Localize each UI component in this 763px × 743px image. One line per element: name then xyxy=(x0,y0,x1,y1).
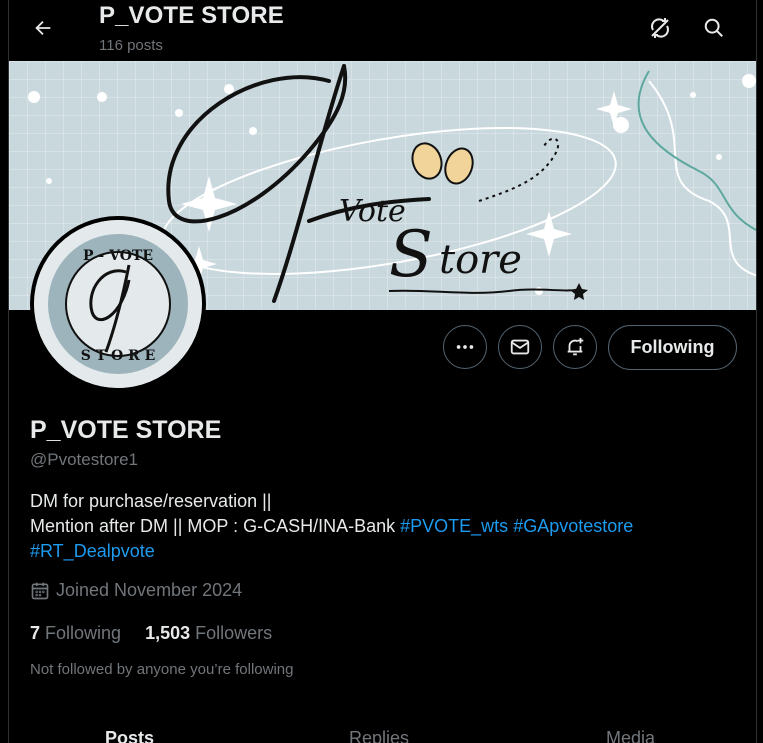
notifications-button[interactable] xyxy=(553,325,597,369)
arrow-left-icon xyxy=(35,20,51,36)
followers-label: Followers xyxy=(195,623,273,643)
envelope-icon xyxy=(510,339,530,355)
tab-posts[interactable]: Posts xyxy=(105,728,154,743)
following-button[interactable]: Following xyxy=(608,325,737,370)
calendar-icon xyxy=(31,582,49,599)
store-logo: P - VOTE S T O R E xyxy=(34,220,202,388)
more-icon xyxy=(456,345,474,349)
svg-text:tore: tore xyxy=(439,237,522,283)
post-count: 116 posts xyxy=(99,37,163,54)
joined-text: Joined November 2024 xyxy=(56,580,243,600)
profile-handle: @Pvotestore1 xyxy=(30,450,138,469)
bell-plus-icon xyxy=(567,337,584,356)
svg-text:S T O R E: S T O R E xyxy=(81,348,156,364)
svg-text:S: S xyxy=(389,218,433,292)
profile-name: P_VOTE STORE xyxy=(30,416,222,444)
joined-date: Joined November 2024 xyxy=(30,580,242,601)
following-count: 7 xyxy=(30,623,41,643)
following-link[interactable]: 7 Following xyxy=(30,623,121,644)
bio-line-2: Mention after DM || MOP : G-CASH/INA-Ban… xyxy=(30,516,401,536)
search-button[interactable] xyxy=(696,10,732,46)
more-button[interactable] xyxy=(443,325,487,369)
search-icon xyxy=(704,18,723,37)
tab-replies[interactable]: Replies xyxy=(349,728,409,743)
svg-text:P - VOTE: P - VOTE xyxy=(83,248,153,264)
hashtag-link[interactable]: #GApvotestore xyxy=(513,516,633,536)
back-button[interactable] xyxy=(25,10,61,46)
bio-line-1: DM for purchase/reservation || xyxy=(30,491,272,511)
avatar[interactable]: P - VOTE S T O R E xyxy=(30,216,206,392)
profile-tabs: Posts Replies Media xyxy=(9,724,756,743)
tab-media[interactable]: Media xyxy=(606,728,655,743)
message-button[interactable] xyxy=(498,325,542,369)
sync-button[interactable] xyxy=(642,10,678,46)
followers-count: 1,503 xyxy=(145,623,191,643)
no-sync-icon xyxy=(651,18,669,38)
followers-link[interactable]: 1,503 Followers xyxy=(145,623,272,644)
hashtag-link[interactable]: #RT_Dealpvote xyxy=(30,541,155,561)
hashtag-link[interactable]: #PVOTE_wts xyxy=(400,516,508,536)
avatar-image: P - VOTE S T O R E xyxy=(34,220,202,388)
page-title: P_VOTE STORE xyxy=(99,2,284,29)
profile-frame: P_VOTE STORE 116 posts Vote S tore P - V… xyxy=(8,0,757,743)
top-bar: P_VOTE STORE 116 posts xyxy=(9,0,756,60)
profile-bio: DM for purchase/reservation || Mention a… xyxy=(30,489,730,564)
following-label: Following xyxy=(45,623,122,643)
not-followed-notice: Not followed by anyone you’re following xyxy=(30,661,294,678)
follow-stats: 7 Following 1,503 Followers xyxy=(30,623,272,644)
